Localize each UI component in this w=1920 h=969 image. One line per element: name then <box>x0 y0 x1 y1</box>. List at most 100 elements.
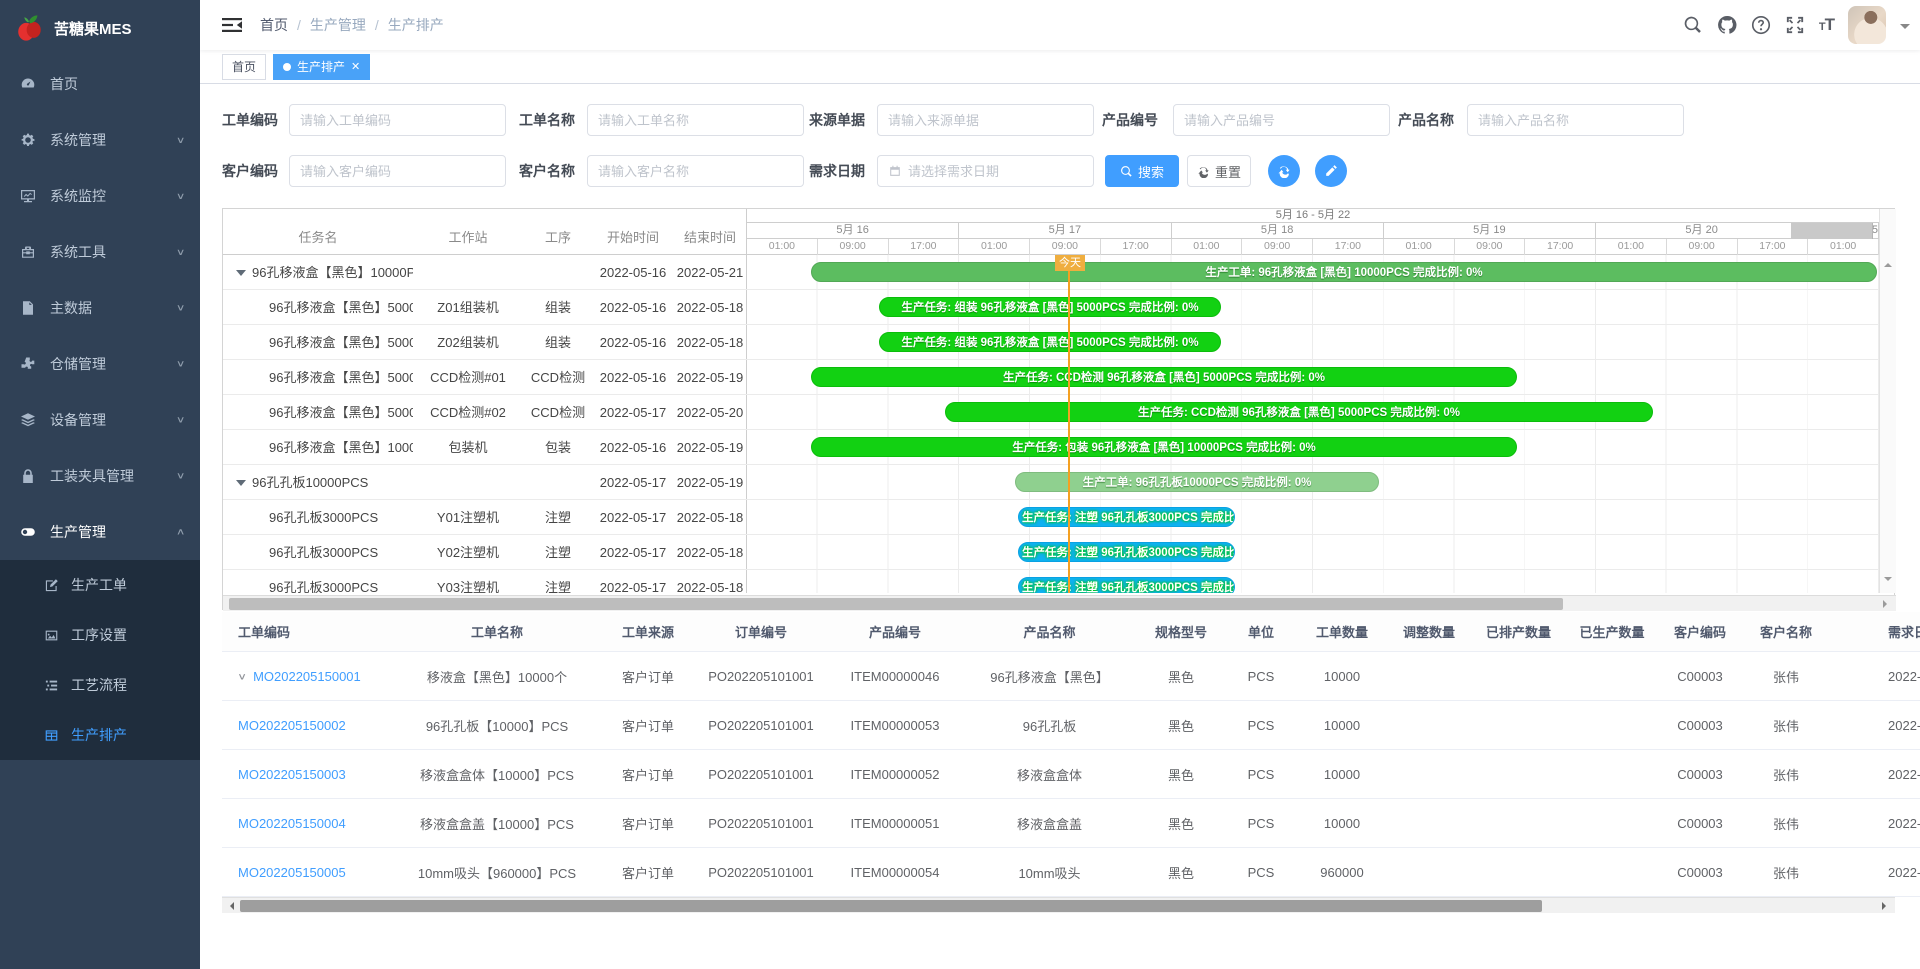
sidebar-item-仓储管理[interactable]: 仓储管理∨ <box>0 336 200 392</box>
gantt-bar[interactable]: 生产任务: 组装 96孔移液盒 [黑色] 5000PCS 完成比例: 0% <box>879 297 1221 317</box>
order-link[interactable]: MO202205150005 <box>238 865 346 880</box>
sidebar-collapse-icon[interactable] <box>222 17 242 33</box>
close-icon[interactable]: ✕ <box>351 60 360 73</box>
process-cell: 注塑 <box>523 570 593 593</box>
table-cell: ITEM00000054 <box>828 865 962 880</box>
gantt-task-row[interactable]: 96孔孔板3000PCSY02注塑机注塑2022-05-172022-05-18 <box>223 535 747 570</box>
gantt-vertical-scrollbar[interactable] <box>1879 209 1896 593</box>
sidebar-item-系统工具[interactable]: 系统工具∨ <box>0 224 200 280</box>
calendar-icon <box>888 164 902 178</box>
filter-field-产品名称[interactable] <box>1478 113 1673 128</box>
task-name-cell: 96孔孔板3000PCS <box>269 570 413 593</box>
font-size-icon[interactable]: TT <box>1819 15 1834 35</box>
chevron-down-icon[interactable]: ∨ <box>237 670 247 681</box>
fullscreen-icon[interactable] <box>1785 15 1805 35</box>
gantt-bar[interactable]: 生产工单: 96孔移液盒 [黑色] 10000PCS 完成比例: 0% <box>811 262 1877 282</box>
sidebar-item-生产管理[interactable]: 生产管理∧ <box>0 504 200 560</box>
gantt-task-row[interactable]: 96孔移液盒【黑色】5000PCSCCD检测#02CCD检测2022-05-17… <box>223 395 747 430</box>
sidebar-item-系统监控[interactable]: 系统监控∨ <box>0 168 200 224</box>
sync-gantt-button[interactable] <box>1268 155 1300 187</box>
gantt-task-row[interactable]: 96孔移液盒【黑色】10000PCS2022-05-162022-05-21 <box>223 255 747 290</box>
table-column-订单编号: 订单编号 <box>694 622 828 641</box>
avatar[interactable] <box>1848 6 1886 44</box>
gantt-task-table-header: 任务名工作站工序开始时间结束时间 <box>223 209 747 255</box>
gantt-task-row[interactable]: 96孔孔板10000PCS2022-05-172022-05-19 <box>223 465 747 500</box>
github-icon[interactable] <box>1717 15 1737 35</box>
order-link[interactable]: MO202205150004 <box>238 816 346 831</box>
table-cell: 2022-05-22 <box>1830 816 1920 831</box>
table-cell: PO202205101001 <box>694 669 828 684</box>
gantt-task-row[interactable]: 96孔移液盒【黑色】5000PCSCCD检测#01CCD检测2022-05-16… <box>223 360 747 395</box>
filter-field-来源单据[interactable] <box>888 113 1083 128</box>
gantt-task-row[interactable]: 96孔孔板3000PCSY03注塑机注塑2022-05-172022-05-18 <box>223 570 747 593</box>
table-cell: 移液盒【黑色】10000个 <box>392 667 602 686</box>
table-horizontal-scrollbar[interactable] <box>222 897 1895 913</box>
filter-field-需求日期[interactable] <box>908 164 1083 179</box>
table-hscroll-thumb[interactable] <box>240 900 1542 912</box>
table-cell: 张伟 <box>1742 716 1830 735</box>
help-icon[interactable] <box>1751 15 1771 35</box>
scroll-right-icon[interactable] <box>1883 600 1891 608</box>
filter-field-工单编码[interactable] <box>300 113 495 128</box>
sidebar-item-设备管理[interactable]: 设备管理∨ <box>0 392 200 448</box>
order-link[interactable]: MO202205150003 <box>238 767 346 782</box>
sidebar-item-首页[interactable]: 首页 <box>0 56 200 112</box>
caret-down-icon[interactable] <box>1900 24 1910 34</box>
gantt-bar[interactable]: 生产任务: CCD检测 96孔移液盒 [黑色] 5000PCS 完成比例: 0% <box>811 367 1517 387</box>
gantt-bar[interactable]: 生产任务: 注塑 96孔孔板3000PCS 完成比例: 0% <box>1018 542 1235 562</box>
gantt-task-row[interactable]: 96孔移液盒【黑色】5000PCSZ01组装机组装2022-05-162022-… <box>223 290 747 325</box>
start-date-cell: 2022-05-16 <box>593 325 673 360</box>
sidebar-subitem-生产工单[interactable]: 生产工单 <box>0 560 200 610</box>
table-row[interactable]: MO202205150004移液盒盒盖【10000】PCS客户订单PO20220… <box>222 799 1920 848</box>
scroll-up-icon[interactable] <box>1884 259 1892 267</box>
task-name: 96孔孔板3000PCS <box>269 535 378 570</box>
gantt-column-结束时间: 结束时间 <box>673 209 747 255</box>
sidebar-item-工装夹具管理[interactable]: 工装夹具管理∨ <box>0 448 200 504</box>
breadcrumb-item[interactable]: 生产管理 <box>310 15 366 35</box>
gantt-bar[interactable]: 生产任务: 组装 96孔移液盒 [黑色] 5000PCS 完成比例: 0% <box>879 332 1221 352</box>
expand-triangle-icon[interactable] <box>236 480 246 491</box>
filter-field-客户名称[interactable] <box>598 164 793 179</box>
table-column-规格型号: 规格型号 <box>1137 622 1225 641</box>
scroll-right-icon[interactable] <box>1882 902 1890 910</box>
sidebar-item-系统管理[interactable]: 系统管理∨ <box>0 112 200 168</box>
gantt-bar[interactable]: 生产任务: 注塑 96孔孔板3000PCS 完成比例: 0% <box>1018 577 1235 593</box>
search-icon[interactable] <box>1683 15 1703 35</box>
gantt-task-row[interactable]: 96孔孔板3000PCSY01注塑机注塑2022-05-172022-05-18 <box>223 500 747 535</box>
filter-field-客户编码[interactable] <box>300 164 495 179</box>
table-column-工单编码: 工单编码 <box>222 622 392 641</box>
gantt-bar[interactable]: 生产任务: CCD检测 96孔移液盒 [黑色] 5000PCS 完成比例: 0% <box>945 402 1653 422</box>
breadcrumb-item[interactable]: 生产排产 <box>388 15 444 35</box>
tab-首页[interactable]: 首页 <box>222 54 266 80</box>
app-window: 苦糖果MES 首页系统管理∨系统监控∨系统工具∨主数据∨仓储管理∨设备管理∨工装… <box>0 0 1920 969</box>
sidebar-subitem-生产排产[interactable]: 生产排产 <box>0 710 200 760</box>
task-name-cell: 96孔孔板3000PCS <box>269 535 413 570</box>
sidebar-subitem-工艺流程[interactable]: 工艺流程 <box>0 660 200 710</box>
sidebar-subitem-工序设置[interactable]: 工序设置 <box>0 610 200 660</box>
gantt-bar[interactable]: 生产任务: 注塑 96孔孔板3000PCS 完成比例: 0% <box>1018 507 1235 527</box>
expand-triangle-icon[interactable] <box>236 270 246 281</box>
table-row[interactable]: MO20220515000510mm吸头【960000】PCS客户订单PO202… <box>222 848 1920 897</box>
order-link[interactable]: MO202205150001 <box>253 669 361 684</box>
table-row[interactable]: MO20220515000296孔孔板【10000】PCS客户订单PO20220… <box>222 701 1920 750</box>
gantt-horizontal-scrollbar[interactable] <box>223 595 1896 611</box>
filter-field-工单名称[interactable] <box>598 113 793 128</box>
table-column-已生产数量: 已生产数量 <box>1566 622 1658 641</box>
breadcrumb-item[interactable]: 首页 <box>260 15 288 35</box>
tab-生产排产[interactable]: 生产排产✕ <box>273 54 370 80</box>
gantt-bar[interactable]: 生产任务: 包装 96孔移液盒 [黑色] 10000PCS 完成比例: 0% <box>811 437 1517 457</box>
gantt-task-row[interactable]: 96孔移液盒【黑色】10000PCS包装机包装2022-05-162022-05… <box>223 430 747 465</box>
sidebar-subitem-label: 工序设置 <box>71 625 127 645</box>
gantt-task-row[interactable]: 96孔移液盒【黑色】5000PCSZ02组装机组装2022-05-162022-… <box>223 325 747 360</box>
scroll-left-icon[interactable] <box>226 902 234 910</box>
edit-schedule-button[interactable] <box>1315 155 1347 187</box>
search-button[interactable]: 搜索 <box>1105 155 1179 187</box>
gantt-hscroll-thumb[interactable] <box>229 598 1563 610</box>
table-row[interactable]: MO202205150003移液盒盒体【10000】PCS客户订单PO20220… <box>222 750 1920 799</box>
order-link[interactable]: MO202205150002 <box>238 718 346 733</box>
filter-field-产品编号[interactable] <box>1184 113 1379 128</box>
reset-button[interactable]: 重置 <box>1187 155 1251 187</box>
table-row[interactable]: ∨MO202205150001移液盒【黑色】10000个客户订单PO202205… <box>222 652 1920 701</box>
scroll-down-icon[interactable] <box>1884 577 1892 585</box>
sidebar-item-主数据[interactable]: 主数据∨ <box>0 280 200 336</box>
